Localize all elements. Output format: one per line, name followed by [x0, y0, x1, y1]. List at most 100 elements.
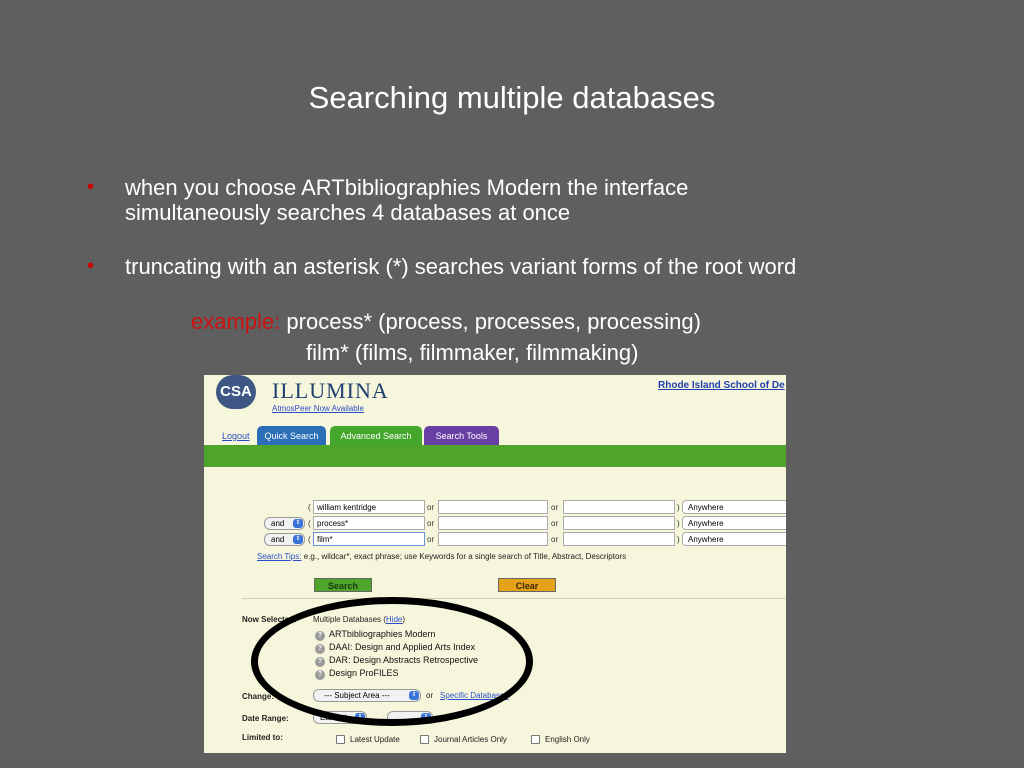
- checkbox[interactable]: [336, 735, 345, 745]
- search-term-field[interactable]: [438, 532, 548, 546]
- tab-quick-search[interactable]: Quick Search: [257, 426, 326, 446]
- example-line: example: process* (process, processes, p…: [191, 309, 701, 335]
- hide-link[interactable]: Hide: [386, 615, 402, 624]
- bullet-line: simultaneously searches 4 databases at o…: [125, 200, 571, 225]
- screenshot-panel: CSA ILLUMINA AtmosPeer Now Available Rho…: [204, 375, 786, 753]
- tab-search-tools[interactable]: Search Tools: [424, 426, 499, 446]
- help-icon[interactable]: ?: [315, 631, 325, 641]
- search-term-field[interactable]: william kentridge: [313, 500, 425, 514]
- select-arrow-icon: ⇕: [293, 519, 303, 528]
- example-text: process* (process, processes, processing…: [286, 309, 701, 334]
- search-row: and ⇕ ( film* or or ) Anywhere: [204, 532, 786, 548]
- change-label: Change:: [242, 692, 274, 701]
- field-select[interactable]: Anywhere: [682, 516, 786, 530]
- database-item: ? DAAI: Design and Applied Arts Index: [315, 642, 475, 654]
- change-or-label: or: [426, 691, 434, 700]
- checkbox[interactable]: [420, 735, 429, 745]
- specific-databases-link[interactable]: Specific Databases: [440, 691, 508, 700]
- subject-area-value: --- Subject Area ---: [324, 691, 390, 700]
- help-icon[interactable]: ?: [315, 644, 325, 654]
- select-arrow-icon: ⇕: [355, 713, 365, 722]
- example-label: example:: [191, 309, 281, 334]
- bullet-line: when you choose ARTbibliographies Modern…: [125, 175, 689, 200]
- subject-area-select[interactable]: --- Subject Area --- ⇕: [313, 689, 421, 702]
- search-term-field[interactable]: process*: [313, 516, 425, 530]
- bullet-icon: •: [87, 255, 95, 277]
- checkbox-label: English Only: [545, 735, 590, 744]
- or-label: or: [551, 519, 559, 528]
- operator-select[interactable]: and ⇕: [264, 533, 305, 546]
- or-label: or: [551, 503, 559, 512]
- open-paren: (: [308, 519, 311, 528]
- search-button[interactable]: Search: [314, 578, 372, 592]
- database-name: Design ProFILES: [329, 668, 399, 678]
- search-term-field[interactable]: [563, 500, 675, 514]
- atmospeer-link[interactable]: AtmosPeer Now Available: [272, 404, 364, 413]
- multiple-databases-text: Multiple Databases (: [313, 615, 386, 624]
- divider: [242, 598, 786, 599]
- slide-title: Searching multiple databases: [308, 80, 716, 115]
- database-name: DAR: Design Abstracts Retrospective: [329, 655, 479, 665]
- checkbox-label: Journal Articles Only: [434, 735, 507, 744]
- open-paren: (: [308, 535, 311, 544]
- close-paren: ): [677, 503, 680, 512]
- now-selected-label: Now Selected:: [242, 615, 297, 624]
- operator-value: and: [271, 535, 285, 544]
- field-select[interactable]: Anywhere: [682, 500, 786, 514]
- open-paren: (: [308, 503, 311, 512]
- operator-value: and: [271, 519, 285, 528]
- example-line-2: film* (films, filmmaker, filmmaking): [306, 340, 639, 365]
- help-icon[interactable]: ?: [315, 657, 325, 667]
- institution-link[interactable]: Rhode Island School of De: [658, 380, 785, 391]
- clear-button[interactable]: Clear: [498, 578, 556, 592]
- bullet-text: truncating with an asterisk (*) searches…: [125, 254, 797, 279]
- limit-latest-update[interactable]: Latest Update: [336, 735, 400, 745]
- database-name: DAAI: Design and Applied Arts Index: [329, 642, 476, 652]
- select-arrow-icon: ⇕: [409, 691, 419, 700]
- limit-journal-articles[interactable]: Journal Articles Only: [420, 735, 507, 745]
- close-paren: ): [677, 535, 680, 544]
- date-from-value: Earliest: [320, 713, 347, 722]
- search-row: ( william kentridge or or ) Anywhere: [204, 500, 786, 516]
- search-tips: Search Tips: e.g., wildcar*, exact phras…: [257, 552, 626, 561]
- app-header: CSA ILLUMINA AtmosPeer Now Available Rho…: [204, 375, 786, 446]
- date-to-select[interactable]: ⇕: [387, 711, 433, 724]
- bullet-icon: •: [87, 176, 95, 198]
- tab-bar: [204, 445, 786, 467]
- search-term-field[interactable]: [438, 516, 548, 530]
- search-row: and ⇕ ( process* or or ) Anywhere: [204, 516, 786, 532]
- csa-logo: CSA: [216, 375, 256, 409]
- search-tips-text: e.g., wildcar*, exact phrase; use Keywor…: [303, 552, 627, 561]
- select-arrow-icon: ⇕: [421, 713, 431, 722]
- logout-link[interactable]: Logout: [222, 431, 250, 441]
- checkbox-label: Latest Update: [350, 735, 400, 744]
- tab-advanced-search[interactable]: Advanced Search: [330, 426, 422, 446]
- checkbox[interactable]: [531, 735, 540, 745]
- database-name: ARTbibliographies Modern: [329, 629, 436, 639]
- date-range-label: Date Range:: [242, 714, 289, 723]
- close-paren: ): [677, 519, 680, 528]
- multiple-databases: Multiple Databases (Hide): [313, 615, 405, 624]
- field-select[interactable]: Anywhere: [682, 532, 786, 546]
- limited-to-label: Limited to:: [242, 733, 283, 742]
- date-from-select[interactable]: Earliest ⇕: [313, 711, 367, 724]
- database-item: ? ARTbibliographies Modern: [315, 629, 435, 641]
- database-item: ? DAR: Design Abstracts Retrospective: [315, 655, 478, 667]
- search-term-field[interactable]: [563, 516, 675, 530]
- bullet-text: when you choose ARTbibliographies Modern…: [125, 175, 945, 225]
- limit-english-only[interactable]: English Only: [531, 735, 590, 745]
- search-term-field[interactable]: [563, 532, 675, 546]
- search-term-field[interactable]: film*: [313, 532, 425, 546]
- database-item: ? Design ProFILES: [315, 668, 399, 680]
- or-label: or: [551, 535, 559, 544]
- help-icon[interactable]: ?: [315, 670, 325, 680]
- search-tips-link[interactable]: Search Tips:: [257, 552, 301, 561]
- operator-select[interactable]: and ⇕: [264, 517, 305, 530]
- search-term-field[interactable]: [438, 500, 548, 514]
- brand-name: ILLUMINA: [272, 378, 389, 403]
- or-label: or: [427, 503, 435, 512]
- multiple-databases-close: ): [402, 615, 406, 624]
- or-label: or: [427, 519, 435, 528]
- or-label: or: [427, 535, 435, 544]
- select-arrow-icon: ⇕: [293, 535, 303, 544]
